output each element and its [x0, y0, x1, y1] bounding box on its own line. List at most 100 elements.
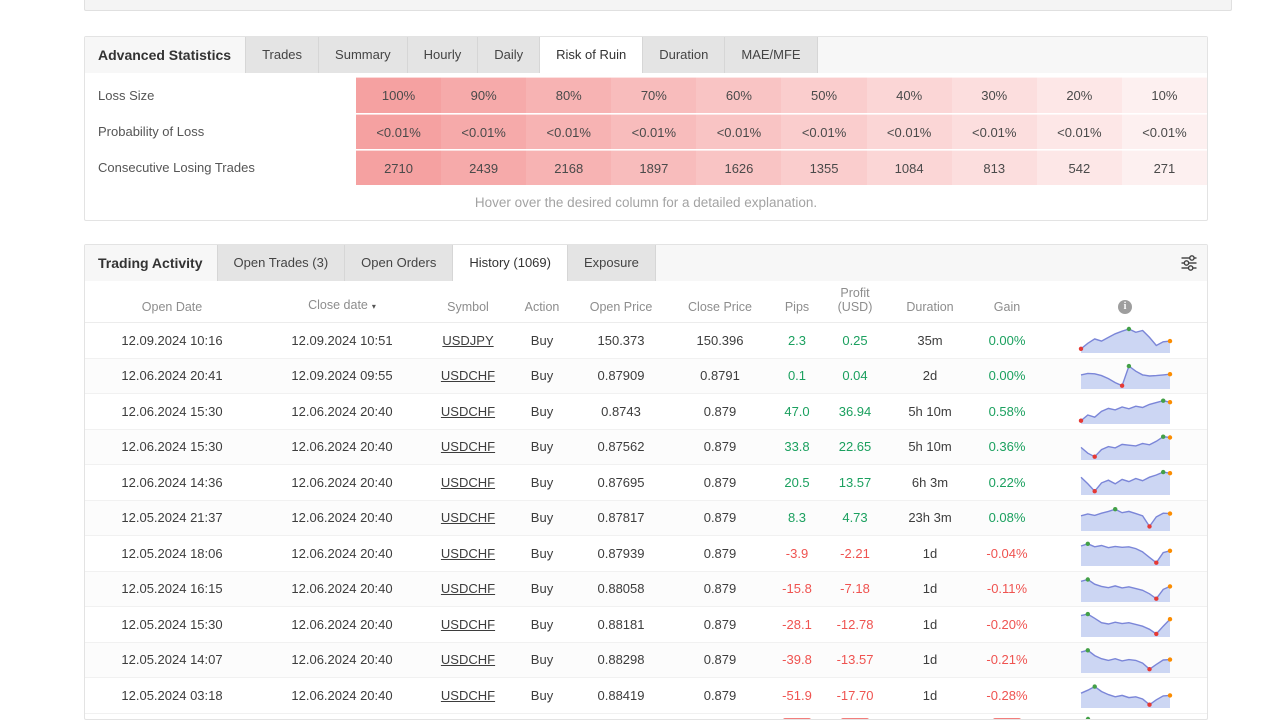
sparkline-chart[interactable] [1041, 323, 1208, 358]
risk-cell[interactable]: 60% [696, 77, 781, 113]
column-header-close-price[interactable]: Close Price [669, 281, 771, 322]
risk-cell[interactable]: <0.01% [867, 114, 952, 149]
sparkline-chart[interactable] [1041, 430, 1208, 465]
tab-exposure[interactable]: Exposure [568, 245, 656, 281]
sparkline-chart[interactable] [1041, 394, 1208, 429]
cell-symbol[interactable]: USDCHF [425, 430, 511, 465]
risk-cell[interactable]: 50% [781, 77, 866, 113]
risk-cell[interactable]: <0.01% [526, 114, 611, 149]
sparkline-chart[interactable] [1041, 643, 1208, 678]
risk-cell[interactable]: 80% [526, 77, 611, 113]
cell-action: Buy [511, 643, 573, 678]
risk-cell[interactable]: 30% [952, 77, 1037, 113]
cell-symbol[interactable]: USDCHF [425, 359, 511, 394]
cell-symbol[interactable]: USDCHF [425, 572, 511, 607]
cell-symbol[interactable]: USDCHF [425, 643, 511, 678]
risk-cell[interactable]: 813 [952, 150, 1037, 185]
column-header-action[interactable]: Action [511, 281, 573, 322]
sparkline-chart[interactable] [1041, 572, 1208, 607]
tab-trades[interactable]: Trades [245, 37, 319, 73]
tab-hourly[interactable]: Hourly [408, 37, 479, 73]
table-row: 12.06.2024 20:4112.09.2024 09:55USDCHFBu… [85, 359, 1207, 395]
cell-symbol[interactable]: USDCHF [425, 394, 511, 429]
cell-open-date: 12.05.2024 14:07 [85, 643, 259, 678]
cell-open-price: 0.8743 [573, 394, 669, 429]
cell-open-date: 12.05.2024 15:30 [85, 607, 259, 642]
history-table-header: Open DateClose date▾SymbolActionOpen Pri… [85, 281, 1207, 323]
risk-row-label: Consecutive Losing Trades [85, 150, 356, 185]
cell-symbol[interactable]: USDCHF [425, 501, 511, 536]
tab-open-trades-3[interactable]: Open Trades (3) [217, 245, 346, 281]
history-table-body: 12.09.2024 10:1612.09.2024 10:51USDJPYBu… [85, 323, 1207, 714]
sparkline-chart[interactable] [1041, 536, 1208, 571]
tab-open-orders[interactable]: Open Orders [345, 245, 453, 281]
column-header-open-price[interactable]: Open Price [573, 281, 669, 322]
sparkline-chart[interactable] [1041, 501, 1208, 536]
cell-profit: 0.04 [823, 359, 887, 394]
risk-cell[interactable]: 1084 [867, 150, 952, 185]
column-header-profit-usd[interactable]: Profit(USD) [823, 281, 887, 322]
cell-open-price: 0.88298 [573, 643, 669, 678]
cell-open-price: 0.88058 [573, 572, 669, 607]
cell-duration: 6h 3m [887, 465, 973, 500]
cell-open-date: 12.05.2024 03:18 [85, 678, 259, 713]
column-header-symbol[interactable]: Symbol [425, 281, 511, 322]
cell-gain: 0.36% [973, 430, 1041, 465]
risk-cell[interactable]: <0.01% [441, 114, 526, 149]
risk-cell[interactable]: 1897 [611, 150, 696, 185]
tab-risk-of-ruin[interactable]: Risk of Ruin [540, 37, 643, 73]
risk-cell[interactable]: 271 [1122, 150, 1207, 185]
risk-cell[interactable]: <0.01% [952, 114, 1037, 149]
risk-cell[interactable]: 10% [1122, 77, 1207, 113]
cell-duration: 5h 10m [887, 430, 973, 465]
cell-symbol[interactable]: USDCHF [425, 465, 511, 500]
risk-cell[interactable]: 1355 [781, 150, 866, 185]
risk-cell[interactable]: 20% [1037, 77, 1122, 113]
sparkline-chart[interactable] [1041, 678, 1208, 713]
tab-summary[interactable]: Summary [319, 37, 408, 73]
risk-cell[interactable]: <0.01% [696, 114, 781, 149]
risk-cell[interactable]: <0.01% [781, 114, 866, 149]
sparkline-chart[interactable] [1041, 607, 1208, 642]
risk-cell[interactable]: 70% [611, 77, 696, 113]
risk-cell[interactable]: <0.01% [611, 114, 696, 149]
risk-cell[interactable]: 542 [1037, 150, 1122, 185]
info-icon[interactable]: i [1118, 300, 1132, 314]
cell-symbol[interactable]: USDCHF [425, 536, 511, 571]
column-header-gain[interactable]: Gain [973, 281, 1041, 322]
risk-cell[interactable]: 100% [356, 77, 441, 113]
filter-sliders-icon[interactable] [1171, 245, 1207, 281]
risk-cell[interactable]: <0.01% [1037, 114, 1122, 149]
column-header-close-date[interactable]: Close date▾ [259, 281, 425, 322]
risk-cell[interactable]: 2439 [441, 150, 526, 185]
tab-duration[interactable]: Duration [643, 37, 725, 73]
cell-close-date: 12.09.2024 10:51 [259, 323, 425, 358]
cell-symbol[interactable]: USDJPY [425, 323, 511, 358]
tab-history-1069[interactable]: History (1069) [453, 245, 568, 281]
cell-close-price: 0.879 [669, 501, 771, 536]
risk-row-loss-size: Loss Size100%90%80%70%60%50%40%30%20%10% [85, 77, 1207, 113]
column-header-duration[interactable]: Duration [887, 281, 973, 322]
cell-profit: 4.73 [823, 501, 887, 536]
risk-cell[interactable]: <0.01% [1122, 114, 1207, 149]
column-header-pips[interactable]: Pips [771, 281, 823, 322]
risk-cell[interactable]: 2168 [526, 150, 611, 185]
risk-cell[interactable]: 2710 [356, 150, 441, 185]
column-header-open-date[interactable]: Open Date [85, 281, 259, 322]
cell-symbol[interactable]: USDCHF [425, 678, 511, 713]
cell-gain: 0.08% [973, 501, 1041, 536]
risk-cell[interactable]: 40% [867, 77, 952, 113]
sparkline-chart[interactable] [1041, 359, 1208, 394]
cell-open-price: 150.373 [573, 323, 669, 358]
risk-cell[interactable]: 1626 [696, 150, 781, 185]
sparkline-chart[interactable] [1041, 465, 1208, 500]
cell-pips: 0.1 [771, 359, 823, 394]
table-row: 12.06.2024 14:3612.06.2024 20:40USDCHFBu… [85, 465, 1207, 501]
tab-mae-mfe[interactable]: MAE/MFE [725, 37, 817, 73]
risk-cell[interactable]: 90% [441, 77, 526, 113]
table-row-partial [85, 714, 1207, 720]
cell-close-date: 12.09.2024 09:55 [259, 359, 425, 394]
risk-cell[interactable]: <0.01% [356, 114, 441, 149]
tab-daily[interactable]: Daily [478, 37, 540, 73]
cell-symbol[interactable]: USDCHF [425, 607, 511, 642]
